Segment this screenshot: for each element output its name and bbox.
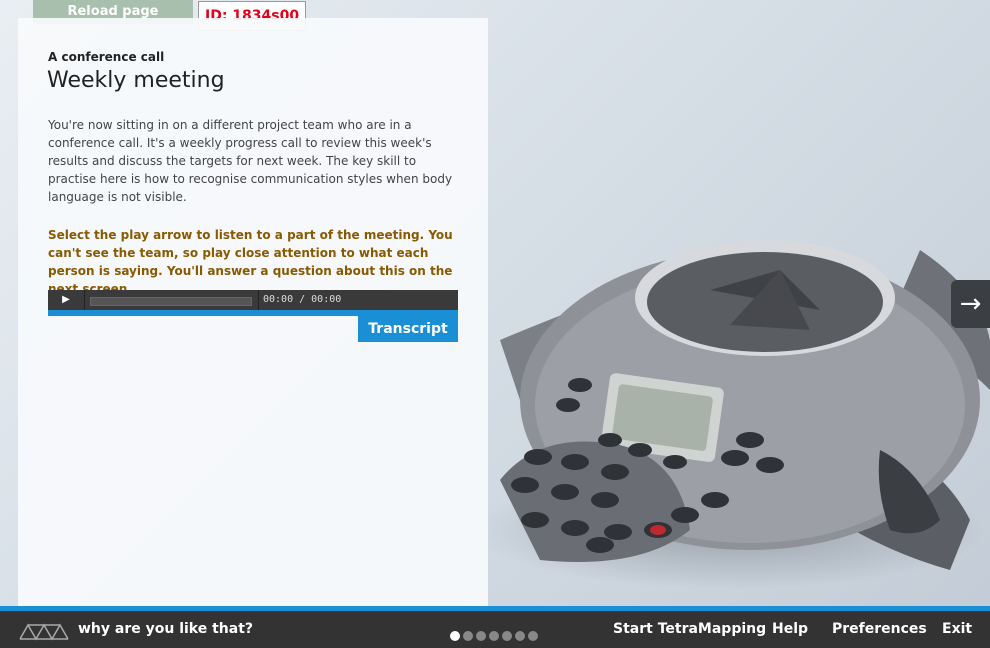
progress-dot [463, 631, 473, 641]
help-link[interactable]: Help [772, 621, 808, 637]
footer-bar: why are you like that? Start TetraMappin… [0, 606, 990, 648]
transcript-button[interactable]: Transcript [358, 316, 458, 342]
progress-dot [450, 631, 460, 641]
instruction-text: Select the play arrow to listen to a par… [48, 228, 453, 296]
progress-dot [528, 631, 538, 641]
tetramap-logo [19, 623, 69, 641]
progress-dot [476, 631, 486, 641]
page-title: Weekly meeting [47, 68, 225, 93]
conference-phone-image [500, 240, 990, 570]
audio-time: 00:00 / 00:00 [258, 290, 341, 310]
footer-tagline: why are you like that? [78, 621, 254, 637]
play-button[interactable]: ▶ [48, 290, 85, 310]
content-panel: A conference call Weekly meeting You're … [18, 18, 488, 606]
audio-scrubber[interactable] [90, 297, 252, 306]
exit-link[interactable]: Exit [942, 621, 972, 637]
progress-dot [489, 631, 499, 641]
preferences-link[interactable]: Preferences [832, 621, 927, 637]
progress-dots [450, 631, 538, 641]
next-button[interactable]: → [951, 280, 990, 328]
progress-dot [515, 631, 525, 641]
start-tetramapping-link[interactable]: Start TetraMapping [613, 621, 766, 637]
page-subtitle: A conference call [48, 50, 165, 64]
play-icon: ▶ [62, 294, 70, 305]
progress-dot [502, 631, 512, 641]
audio-player: ▶ 00:00 / 00:00 [48, 290, 458, 316]
arrow-right-icon: → [959, 289, 982, 319]
body-text: You're now sitting in on a different pro… [48, 118, 453, 204]
